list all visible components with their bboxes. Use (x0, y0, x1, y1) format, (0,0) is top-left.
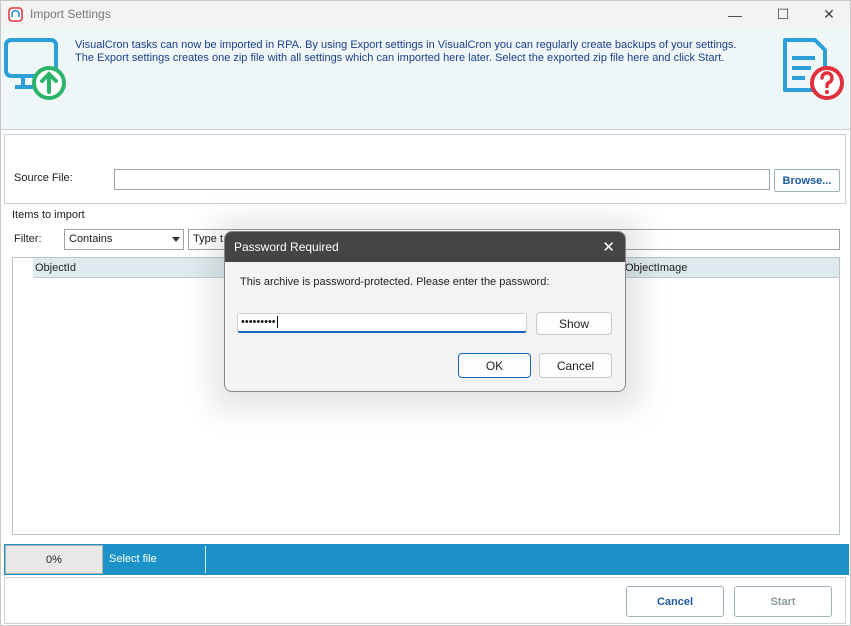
header-line-2: The Export settings creates one zip file… (75, 52, 725, 64)
source-file-panel: Source File: Browse... (4, 134, 846, 204)
status-message: Select file (109, 553, 157, 565)
monitor-upload-icon (4, 38, 66, 100)
browse-button[interactable]: Browse... (774, 169, 840, 192)
document-help-icon (783, 38, 844, 100)
dialog-cancel-button[interactable]: Cancel (539, 353, 612, 378)
status-bar: 0% Select file (4, 544, 849, 575)
source-file-label: Source File: (14, 172, 73, 184)
dialog-title-bar[interactable]: Password Required ✕ (225, 232, 625, 262)
ok-button[interactable]: OK (458, 353, 531, 378)
chevron-down-icon (172, 237, 180, 242)
header-line-1: VisualCron tasks can now be imported in … (75, 39, 737, 51)
window-title: Import Settings (30, 7, 111, 21)
minimize-button[interactable]: — (712, 1, 758, 28)
dialog-close-icon[interactable]: ✕ (602, 238, 615, 256)
app-logo-icon (8, 7, 23, 22)
password-input[interactable]: ••••••••• (237, 313, 527, 333)
cancel-button[interactable]: Cancel (626, 586, 724, 617)
status-separator (205, 546, 206, 573)
dialog-message: This archive is password-protected. Plea… (240, 276, 550, 288)
password-dialog: Password Required ✕ This archive is pass… (224, 231, 626, 392)
filter-mode-select[interactable]: Contains (64, 229, 184, 250)
filter-label: Filter: (14, 233, 42, 245)
title-bar[interactable]: Import Settings — ☐ ✕ (1, 1, 850, 28)
start-button[interactable]: Start (734, 586, 832, 617)
text-caret (276, 316, 278, 329)
column-header-objectid[interactable]: ObjectId (35, 262, 76, 274)
show-password-button[interactable]: Show (536, 312, 612, 335)
close-window-button[interactable]: ✕ (806, 1, 851, 28)
maximize-button[interactable]: ☐ (760, 1, 806, 28)
source-file-input[interactable] (114, 169, 770, 190)
filter-mode-value: Contains (69, 233, 113, 245)
footer-panel: Cancel Start (4, 577, 846, 624)
header-description: VisualCron tasks can now be imported in … (75, 39, 775, 65)
items-to-import-label: Items to import (12, 209, 85, 221)
dialog-title: Password Required (234, 240, 339, 254)
info-header: VisualCron tasks can now be imported in … (1, 28, 850, 130)
progress-indicator: 0% (5, 545, 103, 574)
password-mask: ••••••••• (241, 316, 276, 328)
